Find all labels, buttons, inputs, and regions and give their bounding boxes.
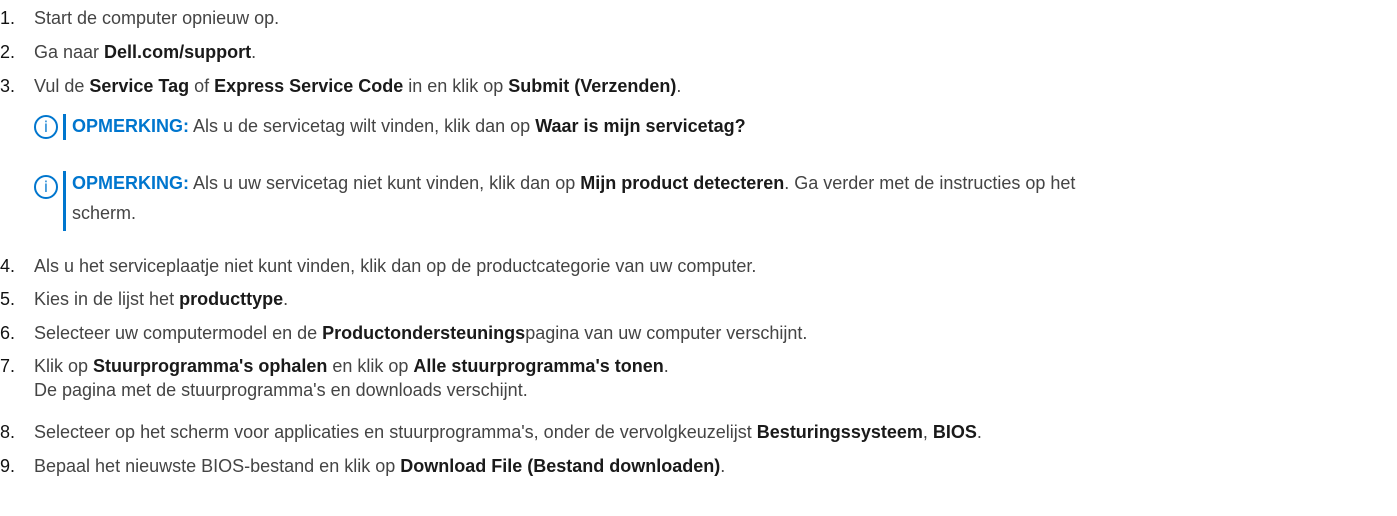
step-number: 1.	[0, 8, 16, 28]
step-subtext: De pagina met de stuurprogramma's en dow…	[34, 380, 528, 400]
note-bar	[63, 114, 66, 140]
note-1: i OPMERKING: Als u de servicetag wilt vi…	[34, 114, 746, 141]
step-2: 2. Ga naar Dell.com/support.	[0, 40, 256, 64]
step-8: 8. Selecteer op het scherm voor applicat…	[0, 420, 982, 444]
step-number: 6.	[0, 323, 16, 343]
step-4: 4. Als u het serviceplaatje niet kunt vi…	[0, 254, 756, 278]
note-label: OPMERKING:	[72, 116, 189, 136]
step-text: Selecteer op het scherm voor applicaties…	[34, 422, 982, 442]
step-3: 3. Vul de Service Tag of Express Service…	[0, 74, 681, 98]
step-text: Als u het serviceplaatje niet kunt vinde…	[34, 256, 757, 276]
step-text: Vul de Service Tag of Express Service Co…	[34, 76, 682, 96]
step-6: 6. Selecteer uw computermodel en de Prod…	[0, 321, 807, 345]
step-text: Start de computer opnieuw op.	[34, 8, 280, 28]
note-bar	[63, 171, 66, 231]
step-9: 9. Bepaal het nieuwste BIOS-bestand en k…	[0, 454, 725, 478]
step-number: 5.	[0, 289, 16, 309]
step-number: 7.	[0, 356, 16, 376]
step-number: 8.	[0, 422, 16, 442]
step-text: Selecteer uw computermodel en de Product…	[34, 323, 808, 343]
step-7: 7. Klik op Stuurprogramma's ophalen en k…	[0, 354, 669, 402]
step-number: 4.	[0, 256, 16, 276]
step-number: 2.	[0, 42, 16, 62]
support-link-text: Dell.com/support	[104, 42, 252, 62]
step-number: 9.	[0, 456, 16, 476]
info-icon: i	[34, 115, 58, 139]
step-text: Bepaal het nieuwste BIOS-bestand en klik…	[34, 456, 726, 476]
step-1: 1. Start de computer opnieuw op.	[0, 6, 279, 30]
note-label: OPMERKING:	[72, 173, 189, 193]
step-number: 3.	[0, 76, 16, 96]
step-5: 5. Kies in de lijst het producttype.	[0, 287, 288, 311]
note-2: i OPMERKING: Als u uw servicetag niet ku…	[34, 171, 1392, 231]
info-icon: i	[34, 175, 58, 199]
note-text: OPMERKING: Als u uw servicetag niet kunt…	[72, 173, 1076, 223]
step-text: Kies in de lijst het producttype.	[34, 289, 289, 309]
note-text: OPMERKING: Als u de servicetag wilt vind…	[72, 116, 746, 136]
step-text: Klik op Stuurprogramma's ophalen en klik…	[34, 356, 669, 400]
step-text: Ga naar Dell.com/support.	[34, 42, 257, 62]
